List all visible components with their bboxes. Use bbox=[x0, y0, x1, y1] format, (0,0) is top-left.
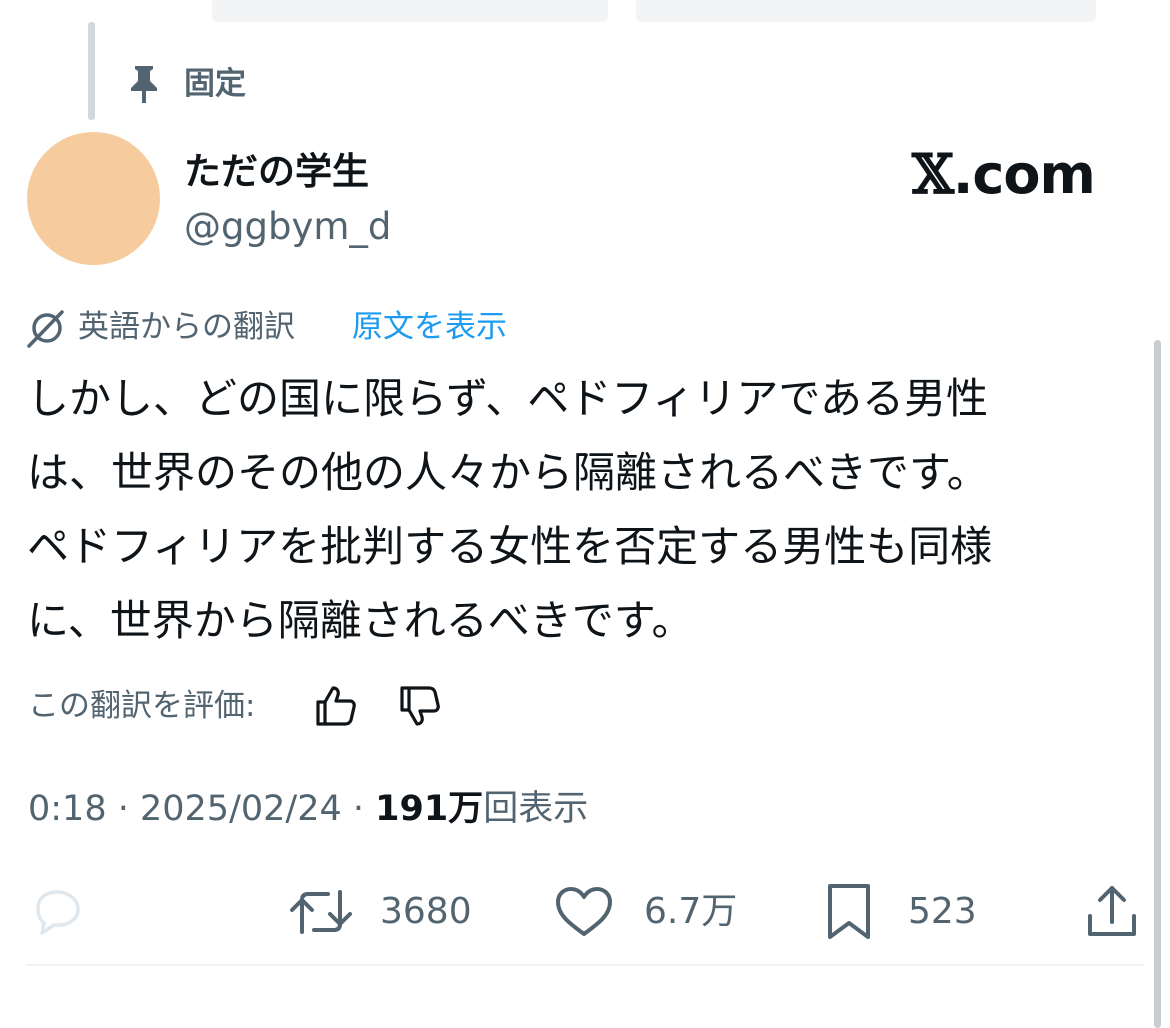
tweet-text-line: ペドフィリアを批判する女性を否定する男性も同様 bbox=[27, 522, 993, 571]
bottom-divider bbox=[26, 964, 1144, 966]
tweet-text-line: しかし、どの国に限らず、ペドフィリアである男性 bbox=[27, 374, 988, 423]
share-button[interactable] bbox=[1082, 882, 1142, 942]
reply-button[interactable] bbox=[26, 882, 88, 942]
x-logo: 𝕏 bbox=[912, 142, 954, 206]
tweet-text: しかし、どの国に限らず、ペドフィリアである男性 は、世界のその他の人々から隔離さ… bbox=[27, 362, 1137, 658]
show-original-link[interactable]: 原文を表示 bbox=[352, 305, 507, 349]
tweet-text-line: に、世界から隔離されるべきです。 bbox=[27, 596, 694, 645]
bookmark-button[interactable]: 523 bbox=[822, 882, 992, 942]
rate-translation-label: この翻訳を評価: bbox=[28, 688, 256, 724]
tweet-date[interactable]: 2025/02/24 bbox=[140, 789, 342, 829]
bookmark-count: 523 bbox=[908, 891, 977, 932]
pinned-label: 固定 bbox=[184, 66, 246, 102]
tweet-text-line: は、世界のその他の人々から隔離されるべきです。 bbox=[27, 448, 989, 497]
translated-from-label: 英語からの翻訳 bbox=[78, 309, 295, 345]
reply-icon bbox=[36, 890, 80, 935]
retweet-icon bbox=[290, 890, 352, 934]
tweet-time[interactable]: 0:18 bbox=[28, 789, 107, 829]
translate-icon bbox=[24, 306, 68, 350]
thumbs-up-icon[interactable] bbox=[312, 682, 360, 730]
watermark-domain: .com bbox=[952, 143, 1096, 206]
previous-element-remnant bbox=[212, 0, 608, 22]
thread-connector-line bbox=[88, 22, 95, 120]
retweet-button[interactable]: 3680 bbox=[286, 882, 486, 942]
share-icon bbox=[1088, 886, 1136, 936]
views-count: 191万 bbox=[375, 789, 484, 829]
author-display-name[interactable]: ただの学生 bbox=[184, 147, 369, 197]
retweet-count: 3680 bbox=[380, 891, 472, 932]
meta-separator: · bbox=[341, 789, 376, 829]
pin-icon bbox=[126, 64, 162, 104]
x-com-watermark: 𝕏.com bbox=[912, 142, 1112, 206]
previous-element-remnant bbox=[636, 0, 1096, 22]
bookmark-icon bbox=[828, 884, 870, 939]
meta-separator: · bbox=[106, 789, 140, 829]
scrollbar[interactable] bbox=[1154, 340, 1161, 1028]
thumbs-down-icon[interactable] bbox=[396, 682, 444, 730]
tweet-meta: 0:18 · 2025/02/24 · 191万回表示 bbox=[28, 784, 588, 834]
author-handle[interactable]: @ggbym_d bbox=[184, 202, 391, 252]
heart-icon bbox=[556, 887, 612, 936]
views-label: 回表示 bbox=[483, 789, 589, 829]
like-count: 6.7万 bbox=[644, 891, 738, 932]
avatar[interactable] bbox=[27, 132, 160, 265]
like-button[interactable]: 6.7万 bbox=[552, 882, 752, 942]
